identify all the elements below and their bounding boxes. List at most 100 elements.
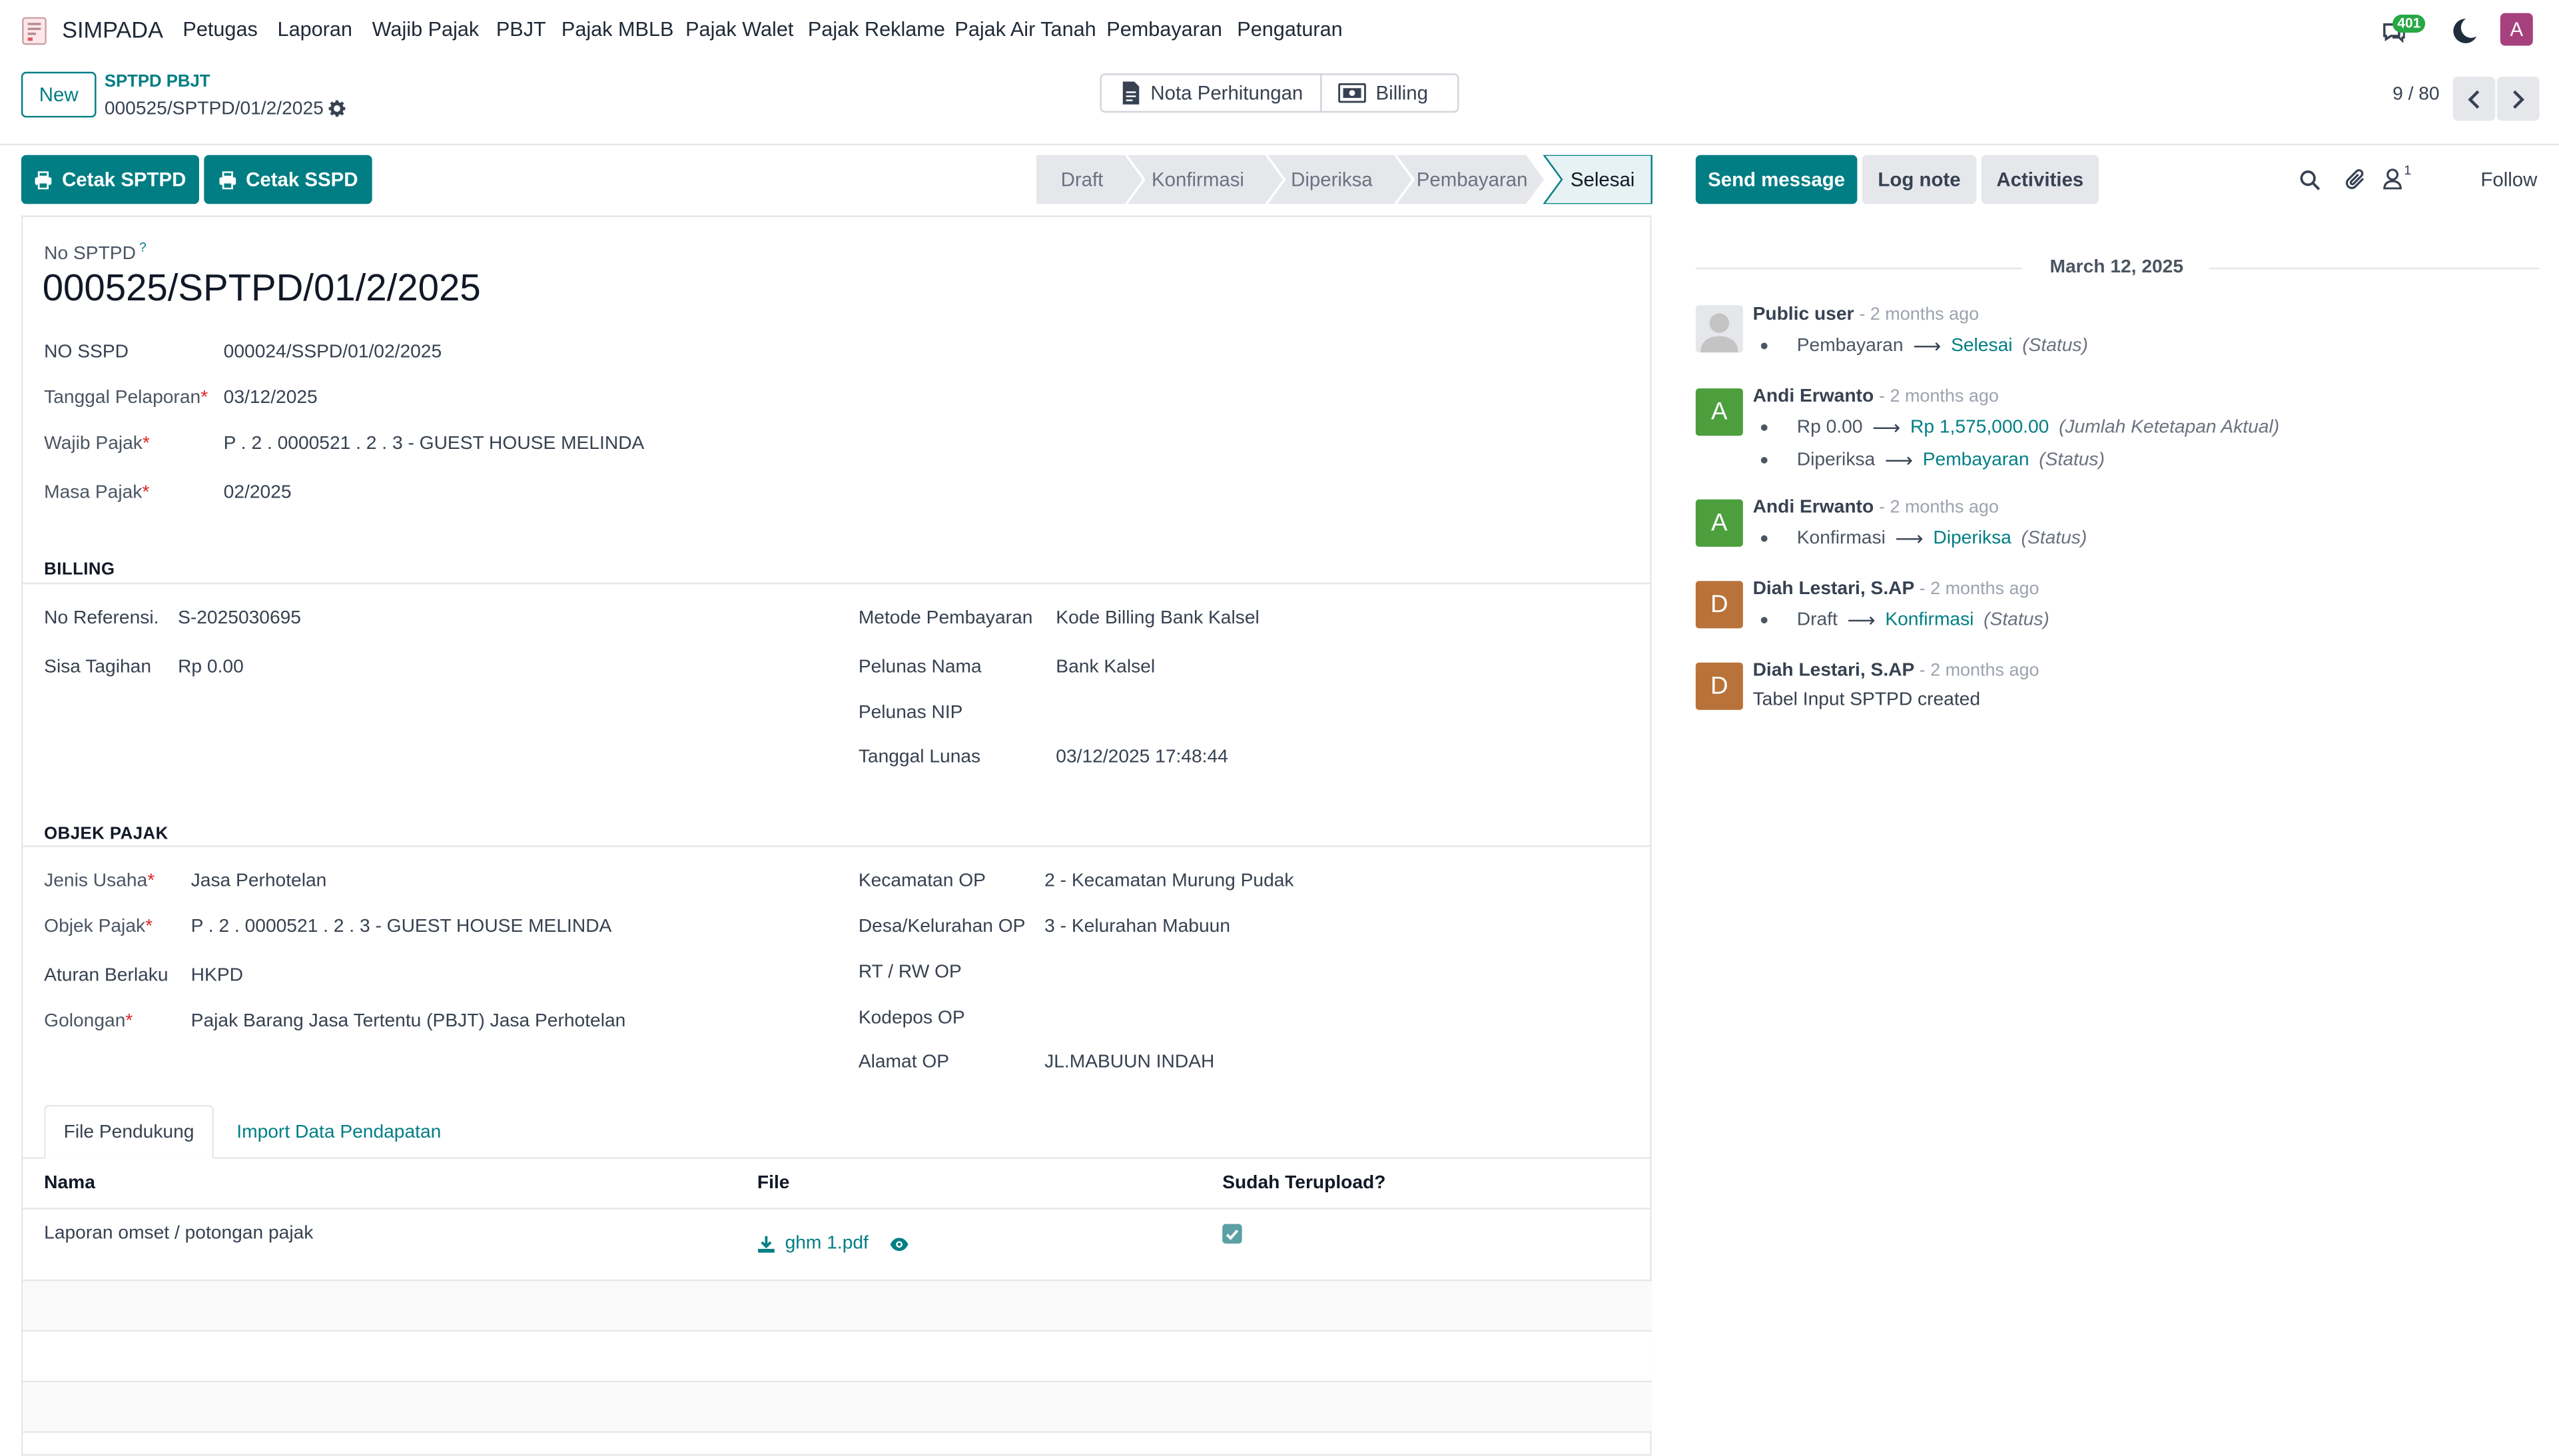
chevron-left-icon (2468, 89, 2480, 109)
wajib-pajak-label: Wajib Pajak* (44, 434, 150, 454)
uploaded-checkbox[interactable] (1222, 1224, 1242, 1244)
notification-badge: 401 (2392, 15, 2426, 33)
message-author[interactable]: Andi Erwanto - 2 months ago (1753, 498, 1999, 517)
tanggal-lunas-value[interactable]: 03/12/2025 17:48:44 (1056, 747, 1228, 767)
menu-petugas[interactable]: Petugas (183, 18, 257, 41)
gear-icon[interactable] (328, 99, 346, 117)
eye-icon[interactable] (889, 1237, 909, 1252)
aturan-berlaku-value[interactable]: HKPD (191, 966, 243, 986)
public-user-avatar[interactable] (1695, 305, 1743, 353)
kecamatan-value[interactable]: 2 - Kecamatan Murung Pudak (1044, 871, 1293, 891)
kodepos-label: Kodepos OP (858, 1008, 965, 1028)
rt-rw-label: RT / RW OP (858, 962, 962, 983)
apps-menu-icon[interactable] (21, 17, 47, 46)
no-referensi-link[interactable]: S-2025030695 (178, 609, 301, 628)
cetak-sptpd-button[interactable]: Cetak SPTPD (21, 155, 199, 204)
divider (23, 845, 1652, 847)
message-author[interactable]: Andi Erwanto - 2 months ago (1753, 387, 1999, 406)
menu-pembayaran[interactable]: Pembayaran (1106, 18, 1222, 41)
print-icon (35, 171, 52, 189)
log-note-button[interactable]: Log note (1862, 155, 1977, 204)
help-tooltip-icon[interactable]: ? (139, 240, 147, 254)
arrow-right-icon: ⟶ (1872, 416, 1901, 440)
author-avatar[interactable]: A (1695, 499, 1743, 547)
column-header-file[interactable]: File (757, 1174, 790, 1193)
menu-wajib-pajak[interactable]: Wajib Pajak (372, 18, 480, 41)
tanggal-lunas-label: Tanggal Lunas (858, 747, 981, 767)
pager-value[interactable]: 9 / 80 (2392, 85, 2440, 104)
metode-pembayaran-link[interactable]: Kode Billing Bank Kalsel (1056, 609, 1259, 628)
download-icon[interactable] (757, 1236, 775, 1254)
no-sspd-value[interactable]: 000024/SSPD/01/02/2025 (224, 343, 442, 362)
nota-perhitungan-button[interactable]: Nota Perhitungan (1100, 73, 1322, 113)
dark-mode-icon[interactable] (2450, 17, 2479, 46)
tanggal-pelaporan-label: Tanggal Pelaporan* (44, 388, 208, 408)
date-separator-line (1695, 267, 2022, 270)
billing-button[interactable]: Billing (1320, 73, 1459, 113)
status-selesai[interactable]: Selesai (1557, 155, 1648, 204)
activities-button[interactable]: Activities (1981, 155, 2099, 204)
follow-button[interactable]: Follow (2480, 168, 2537, 190)
cetak-sptpd-label: Cetak SPTPD (62, 168, 186, 191)
jenis-usaha-value[interactable]: Jasa Perhotelan (191, 871, 327, 891)
author-avatar[interactable]: A (1695, 388, 1743, 436)
status-pembayaran[interactable]: Pembayaran (1410, 155, 1534, 204)
no-sptpd-label: No SPTPD? (44, 240, 147, 264)
app-brand[interactable]: SIMPADA (62, 17, 163, 43)
search-icon[interactable] (2299, 170, 2321, 191)
cetak-sspd-button[interactable]: Cetak SSPD (204, 155, 372, 204)
masa-pajak-value[interactable]: 02/2025 (224, 483, 292, 502)
pelunas-nama-value[interactable]: Bank Kalsel (1056, 657, 1155, 677)
objek-pajak-section-title: OBJEK PAJAK (44, 824, 169, 844)
status-konfirmasi[interactable]: Konfirmasi (1139, 155, 1256, 204)
file-download-link[interactable]: ghm 1.pdf (785, 1234, 869, 1253)
author-avatar[interactable]: D (1695, 662, 1743, 710)
menu-pajak-walet[interactable]: Pajak Walet (685, 18, 793, 41)
message-author[interactable]: Public user - 2 months ago (1753, 305, 1980, 324)
golongan-label: Golongan* (44, 1012, 133, 1032)
golongan-value[interactable]: Pajak Barang Jasa Tertentu (PBJT) Jasa P… (191, 1012, 626, 1031)
menu-pajak-mblb[interactable]: Pajak MBLB (561, 18, 674, 41)
record-title[interactable]: 000525/SPTPD/01/2/2025 (43, 266, 481, 310)
wajib-pajak-link[interactable]: P . 2 . 0000521 . 2 . 3 - GUEST HOUSE ME… (224, 434, 645, 454)
pager-next-button[interactable] (2496, 77, 2540, 121)
table-row-divider (23, 1431, 1652, 1433)
column-header-nama[interactable]: Nama (44, 1174, 95, 1193)
user-avatar[interactable]: A (2500, 13, 2533, 46)
desa-value[interactable]: 3 - Kelurahan Mabuun (1044, 917, 1230, 936)
date-separator-line (2209, 267, 2540, 270)
status-draft[interactable]: Draft (1040, 155, 1124, 204)
menu-pbjt[interactable]: PBJT (496, 18, 546, 41)
cetak-sspd-label: Cetak SSPD (246, 168, 358, 191)
print-icon (218, 171, 236, 189)
pager-previous-button[interactable] (2452, 77, 2496, 121)
message-body: Tabel Input SPTPD created (1752, 690, 1981, 710)
tanggal-pelaporan-value[interactable]: 03/12/2025 (224, 388, 318, 408)
tab-import-data-pendapatan[interactable]: Import Data Pendapatan (236, 1123, 441, 1142)
status-diperiksa[interactable]: Diperiksa (1280, 155, 1384, 204)
breadcrumb-parent[interactable]: SPTPD PBJT (105, 72, 210, 91)
masa-pajak-label: Masa Pajak* (44, 483, 150, 503)
tabs-divider (23, 1157, 1652, 1159)
table-header-divider (23, 1208, 1652, 1210)
desa-label: Desa/Kelurahan OP (858, 917, 1026, 937)
billing-section-title: BILLING (44, 559, 115, 579)
alamat-value[interactable]: JL.MABUUN INDAH (1044, 1052, 1214, 1072)
menu-pengaturan[interactable]: Pengaturan (1237, 18, 1342, 41)
menu-pajak-air-tanah[interactable]: Pajak Air Tanah (954, 18, 1096, 41)
objek-pajak-link[interactable]: P . 2 . 0000521 . 2 . 3 - GUEST HOUSE ME… (191, 917, 612, 936)
menu-pajak-reklame[interactable]: Pajak Reklame (808, 18, 945, 41)
new-button[interactable]: New (21, 71, 97, 118)
author-avatar[interactable]: D (1695, 581, 1743, 629)
message-author[interactable]: Diah Lestari, S.AP - 2 months ago (1753, 661, 2039, 680)
column-header-sudah-terupload[interactable]: Sudah Terupload? (1222, 1174, 1385, 1193)
objek-pajak-label: Objek Pajak* (44, 917, 153, 937)
paperclip-icon[interactable] (2345, 168, 2367, 190)
message-author[interactable]: Diah Lestari, S.AP - 2 months ago (1753, 579, 2039, 599)
send-message-button[interactable]: Send message (1695, 155, 1858, 204)
tab-file-pendukung[interactable]: File Pendukung (44, 1104, 214, 1159)
message-date: - 2 months ago (1879, 498, 1999, 518)
no-sspd-label: NO SSPD (44, 342, 129, 362)
followers-icon[interactable] (2382, 168, 2402, 190)
menu-laporan[interactable]: Laporan (278, 18, 352, 41)
